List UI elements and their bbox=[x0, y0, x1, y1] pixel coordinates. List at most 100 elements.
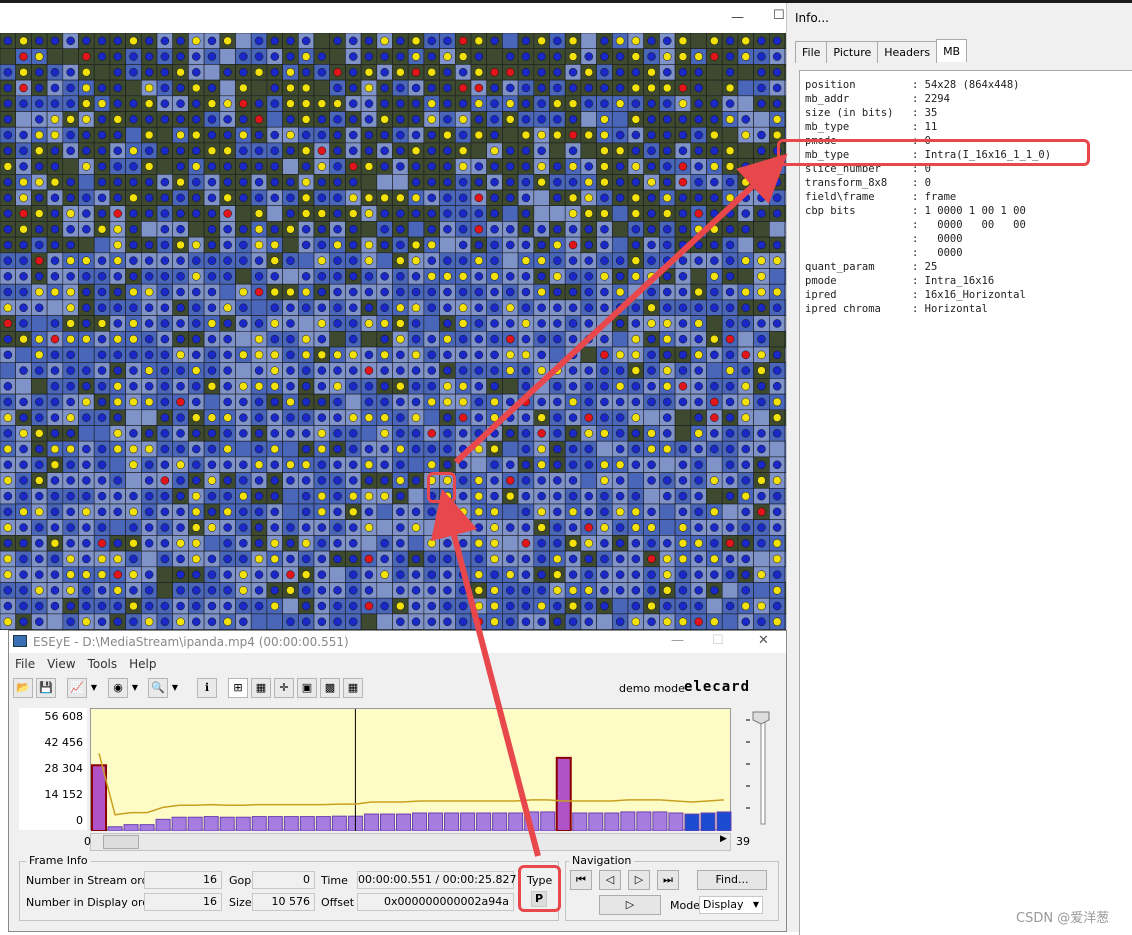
minimize-icon[interactable]: — bbox=[731, 11, 744, 25]
bar-frame-13[interactable] bbox=[300, 817, 314, 831]
bar-frame-9[interactable] bbox=[236, 817, 250, 831]
motion-vector-icon[interactable]: ✛ bbox=[274, 678, 294, 698]
blocks-icon[interactable]: ▦ bbox=[251, 678, 271, 698]
toolbar: 📂 💾 📈 ▼ ◉ ▼ 🔍 ▼ ℹ ⊞ ▦ ✛ ▣ ▩ ▦ demo mode … bbox=[9, 677, 786, 701]
first-frame-button[interactable]: ⏮ bbox=[570, 870, 592, 890]
tab-file[interactable]: File bbox=[795, 41, 827, 63]
bar-frame-1[interactable] bbox=[108, 827, 122, 831]
bar-frame-3[interactable] bbox=[140, 825, 154, 831]
bar-frame-18[interactable] bbox=[380, 814, 394, 831]
type-highlight bbox=[518, 865, 561, 912]
scroll-left-label: 0 bbox=[84, 835, 91, 848]
bar-frame-15[interactable] bbox=[332, 816, 346, 831]
bar-frame-31[interactable] bbox=[589, 813, 603, 831]
bar-frame-25[interactable] bbox=[493, 813, 507, 831]
mb-field-value: : 16x16_Horizontal bbox=[912, 289, 1026, 301]
macroblock-grid bbox=[0, 33, 786, 630]
bar-frame-38[interactable] bbox=[701, 813, 715, 831]
frame-size-chart[interactable] bbox=[90, 708, 731, 830]
bar-frame-24[interactable] bbox=[477, 813, 491, 831]
bar-frame-22[interactable] bbox=[445, 813, 459, 831]
stream-order-label: Number in Stream order bbox=[26, 874, 160, 887]
scroll-thumb[interactable] bbox=[103, 835, 139, 849]
bar-frame-4[interactable] bbox=[156, 819, 170, 831]
zoom-slider[interactable] bbox=[739, 708, 779, 830]
bar-frame-27[interactable] bbox=[525, 812, 539, 831]
bar-frame-32[interactable] bbox=[605, 813, 619, 831]
bar-frame-30[interactable] bbox=[573, 813, 587, 831]
bar-frame-35[interactable] bbox=[653, 812, 667, 831]
bar-frame-26[interactable] bbox=[509, 813, 523, 831]
bar-frame-20[interactable] bbox=[413, 813, 427, 831]
menu-help[interactable]: Help bbox=[123, 655, 162, 675]
mb-field-value: : 1 0000 1 00 1 00 bbox=[912, 205, 1026, 217]
bar-frame-11[interactable] bbox=[268, 817, 282, 831]
menu-file[interactable]: File bbox=[9, 655, 41, 675]
info-tabs: FilePictureHeadersMB bbox=[795, 41, 966, 63]
tab-picture[interactable]: Picture bbox=[826, 41, 878, 63]
chevron-down-icon[interactable]: ▼ bbox=[130, 681, 140, 695]
info-icon[interactable]: ℹ bbox=[197, 678, 217, 698]
minimize-icon[interactable]: — bbox=[671, 634, 684, 648]
mode-select[interactable]: Display ▼ bbox=[699, 896, 763, 914]
bar-frame-7[interactable] bbox=[204, 817, 218, 831]
bar-frame-5[interactable] bbox=[172, 817, 186, 831]
display-order-value: 16 bbox=[144, 893, 222, 911]
mb-field-row: : 0000 bbox=[805, 233, 963, 245]
table-icon[interactable]: ▦ bbox=[343, 678, 363, 698]
color-icon[interactable]: ◉ bbox=[108, 678, 128, 698]
last-frame-button[interactable]: ⏭ bbox=[657, 870, 679, 890]
bar-frame-0[interactable] bbox=[92, 765, 106, 831]
bar-frame-37[interactable] bbox=[685, 814, 699, 831]
macroblock-visualization[interactable] bbox=[0, 33, 786, 630]
menu-tools[interactable]: Tools bbox=[82, 655, 124, 675]
scroll-right-arrow-icon[interactable]: ▶ bbox=[720, 834, 727, 844]
next-frame-button[interactable]: ▷ bbox=[628, 870, 650, 890]
mb-field-key bbox=[805, 219, 912, 231]
tab-mb[interactable]: MB bbox=[936, 39, 967, 62]
partition-icon[interactable]: ▣ bbox=[297, 678, 317, 698]
maximize-icon[interactable]: ☐ bbox=[773, 9, 785, 23]
bar-frame-17[interactable] bbox=[364, 814, 378, 831]
bar-frame-33[interactable] bbox=[621, 812, 635, 831]
bar-frame-23[interactable] bbox=[461, 813, 475, 831]
chevron-down-icon[interactable]: ▼ bbox=[89, 681, 99, 695]
grid-icon[interactable]: ⊞ bbox=[228, 678, 248, 698]
bar-frame-6[interactable] bbox=[188, 817, 202, 831]
bar-frame-10[interactable] bbox=[252, 817, 266, 831]
mb-type-icon[interactable]: ▩ bbox=[320, 678, 340, 698]
mb-field-key: size (in bits) bbox=[805, 107, 912, 119]
bar-frame-2[interactable] bbox=[124, 825, 138, 831]
bar-frame-36[interactable] bbox=[669, 813, 683, 831]
play-button[interactable]: ▷ bbox=[599, 895, 661, 915]
zoom-icon[interactable]: 🔍 bbox=[148, 678, 168, 698]
bar-frame-8[interactable] bbox=[220, 817, 234, 831]
menu-view[interactable]: View bbox=[41, 655, 81, 675]
find-button[interactable]: Find... bbox=[697, 870, 767, 890]
mb-field-key bbox=[805, 233, 912, 245]
bar-frame-14[interactable] bbox=[316, 817, 330, 831]
chart-y-axis: 56 60842 45628 30414 1520 bbox=[19, 708, 87, 830]
bar-frame-39[interactable] bbox=[717, 812, 731, 831]
bar-frame-28[interactable] bbox=[541, 812, 555, 831]
bar-frame-19[interactable] bbox=[396, 814, 410, 831]
size-label: Size bbox=[229, 896, 252, 909]
maximize-icon[interactable]: ☐ bbox=[712, 634, 724, 648]
mb-field-value: : Intra_16x16 bbox=[912, 275, 994, 287]
close-icon[interactable]: ✕ bbox=[758, 634, 769, 648]
tab-headers[interactable]: Headers bbox=[877, 41, 937, 63]
prev-frame-button[interactable]: ◁ bbox=[599, 870, 621, 890]
chart-scrollbar[interactable]: 0 ▶ 39 bbox=[90, 833, 731, 851]
chart-icon[interactable]: 📈 bbox=[67, 678, 87, 698]
bar-frame-12[interactable] bbox=[284, 817, 298, 831]
stream-order-value: 16 bbox=[144, 871, 222, 889]
bar-frame-34[interactable] bbox=[637, 812, 651, 831]
open-icon[interactable]: 📂 bbox=[13, 678, 33, 698]
bar-frame-29[interactable] bbox=[557, 758, 571, 831]
selected-mb-highlight bbox=[427, 472, 456, 503]
y-tick-label: 28 304 bbox=[45, 762, 84, 775]
bar-frame-21[interactable] bbox=[429, 813, 443, 831]
save-icon[interactable]: 💾 bbox=[36, 678, 56, 698]
mb-field-row: ipred : 16x16_Horizontal bbox=[805, 289, 1026, 301]
chevron-down-icon[interactable]: ▼ bbox=[170, 681, 180, 695]
